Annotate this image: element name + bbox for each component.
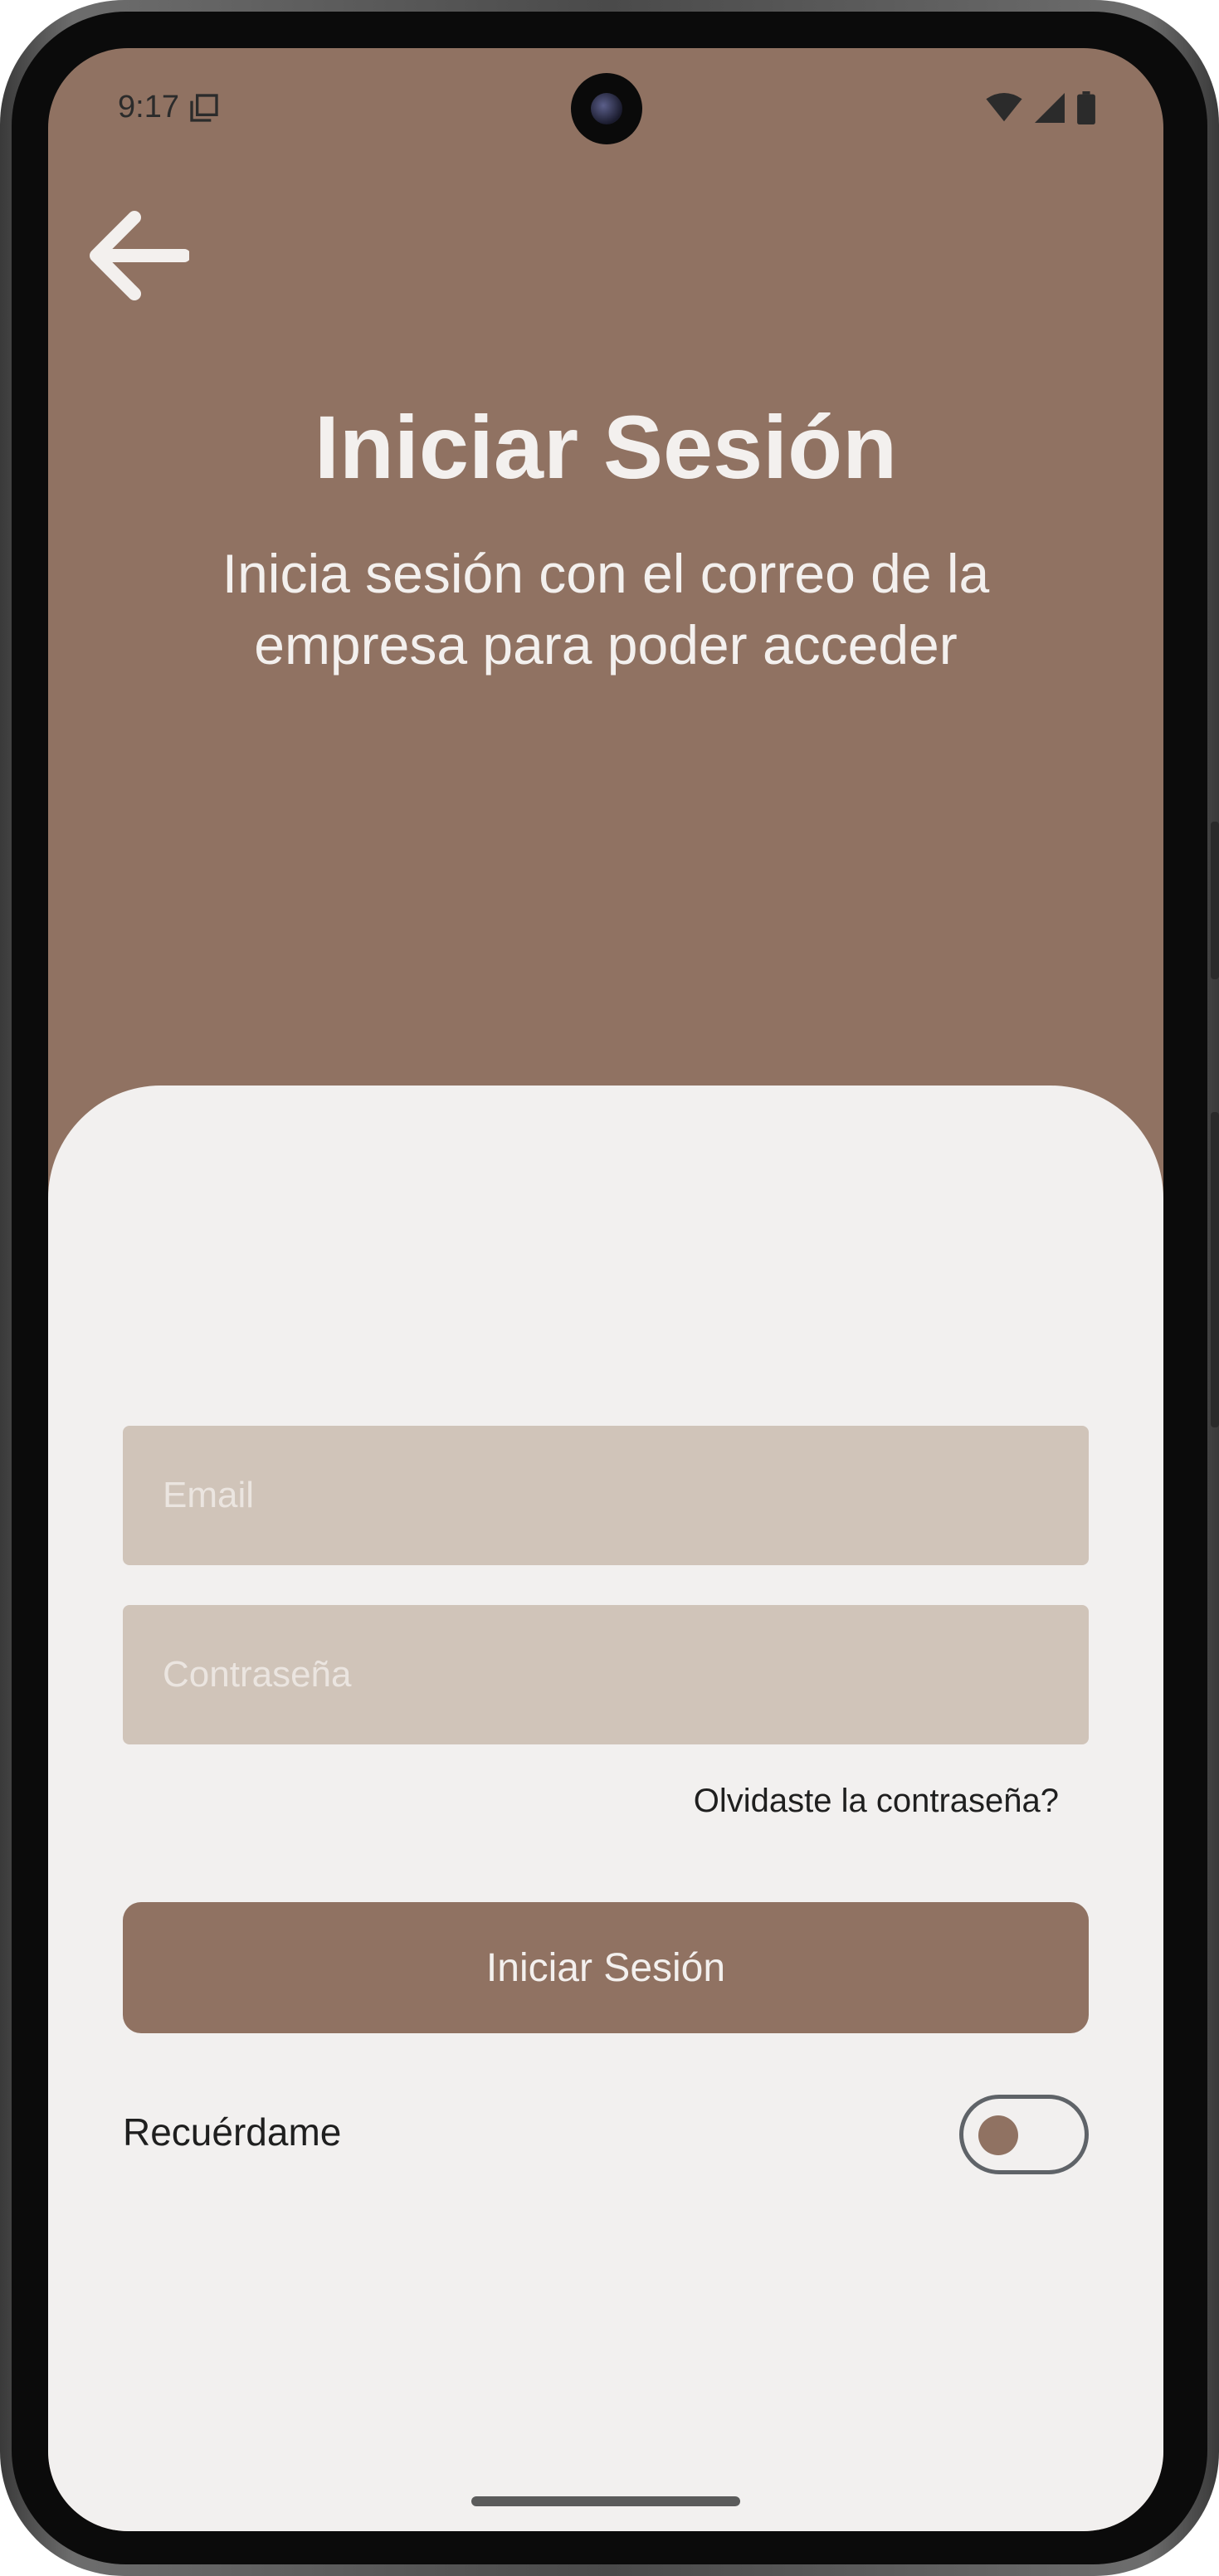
page-title: Iniciar Sesión	[314, 397, 898, 497]
status-icons	[986, 91, 1095, 124]
signal-icon	[1035, 93, 1065, 123]
arrow-left-icon	[90, 211, 189, 300]
status-time: 9:17	[118, 90, 179, 124]
remember-me-label: Recuérdame	[123, 2110, 342, 2154]
remember-me-toggle[interactable]	[959, 2095, 1089, 2174]
toggle-knob	[978, 2115, 1018, 2155]
battery-icon	[1077, 91, 1095, 124]
password-field[interactable]	[123, 1605, 1089, 1744]
volume-button	[1211, 822, 1219, 979]
back-button[interactable]	[80, 198, 196, 314]
phone-frame: 9:17 Iniciar Sesión Inicia sesión con el…	[0, 0, 1219, 2576]
email-field[interactable]	[123, 1426, 1089, 1565]
notification-copy-icon	[190, 93, 218, 122]
forgot-password-link[interactable]: Olvidaste la contraseña?	[694, 1783, 1059, 1820]
status-bar: 9:17	[48, 48, 1163, 164]
login-button[interactable]: Iniciar Sesión	[123, 1902, 1089, 2033]
app-screen: 9:17 Iniciar Sesión Inicia sesión con el…	[48, 48, 1163, 2531]
subtitle-line-1: Inicia sesión con el correo de la	[222, 543, 990, 604]
wifi-icon	[986, 93, 1022, 122]
status-time-group: 9:17	[118, 90, 221, 125]
front-camera	[571, 73, 642, 144]
power-button	[1211, 1112, 1219, 1427]
page-subtitle: Inicia sesión con el correo de la empres…	[173, 538, 1039, 681]
home-indicator[interactable]	[471, 2496, 740, 2506]
subtitle-line-2: empresa para poder acceder	[254, 614, 958, 676]
